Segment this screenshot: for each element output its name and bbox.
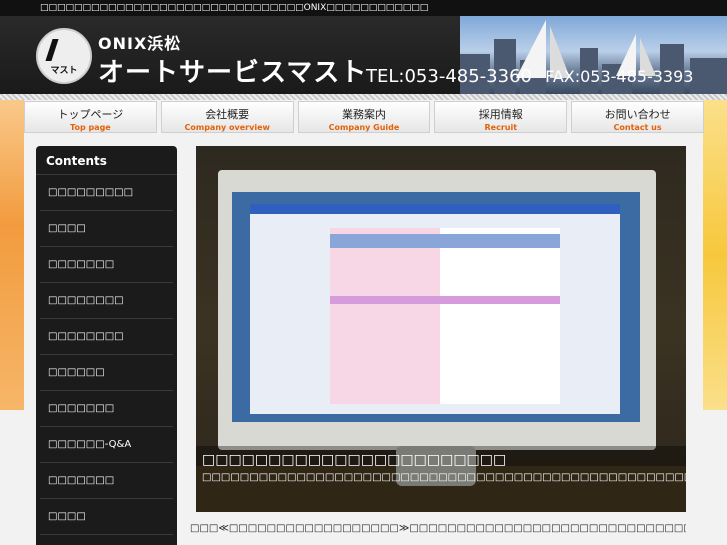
sidebar-item[interactable]: □□□□ — [40, 499, 173, 535]
top-strip-text: □□□□□□□□□□□□□□□□□□□□□□□□□□□□□□□ONIX□□□□□… — [40, 3, 429, 13]
nav-contact[interactable]: お問い合わせ Contact us — [571, 101, 704, 133]
nav-label-jp: 会社概要 — [205, 108, 250, 121]
brand-subtitle: ONIX浜松 — [98, 34, 182, 53]
nav-company-guide[interactable]: 業務案内 Company Guide — [297, 101, 431, 133]
company-logo[interactable]: マスト — [36, 28, 92, 84]
decorative-stripe — [0, 94, 727, 100]
sidebar-item[interactable]: □□□□ — [40, 211, 173, 247]
monitor-image — [218, 170, 656, 450]
nav-label-en: Contact us — [613, 123, 662, 132]
top-strip: □□□□□□□□□□□□□□□□□□□□□□□□□□□□□□□ONIX□□□□□… — [0, 0, 727, 16]
nav-label-en: Recruit — [484, 123, 518, 132]
main-photo: □□□□□□□□□□□□□□□□□□□□□□□ □□□□□□□□□□□□□□□□… — [196, 146, 686, 512]
fax-number: FAX:053-485-3393 — [545, 67, 694, 86]
sidebar: Contents □□□□□□□□□ □□□□ □□□□□□□ □□□□□□□□… — [36, 146, 177, 545]
sidebar-item[interactable]: □□□□□□ — [40, 355, 173, 391]
nav-company-overview[interactable]: 会社概要 Company overview — [160, 101, 294, 133]
right-decoration — [703, 100, 727, 410]
nav-label-en: Company overview — [184, 123, 270, 132]
nav-label-jp: 業務案内 — [341, 108, 386, 121]
nav-top-page[interactable]: トップページ Top page — [24, 101, 157, 133]
nav-label-jp: トップページ — [57, 108, 124, 121]
left-decoration — [0, 100, 24, 410]
sidebar-item[interactable]: □□□□□□□□ — [40, 283, 173, 319]
sidebar-item[interactable]: □□□□□□□□ — [40, 319, 173, 355]
sidebar-item[interactable]: □□□□□□□ — [40, 247, 173, 283]
site-header: マスト ONIX浜松 オートサービスマスト TEL:053-485-3360 F… — [0, 16, 727, 94]
article-line: □□□≪□□□□□□□□□□□□□□□□□□≫□□□□□□□□□□□□□□□□□… — [190, 523, 686, 534]
sidebar-item[interactable]: □□□□□□-Q&A — [40, 427, 173, 463]
sidebar-item[interactable]: □□□□□□□ — [40, 391, 173, 427]
nav-recruit[interactable]: 採用情報 Recruit — [434, 101, 568, 133]
contact-numbers: TEL:053-485-3360 FAX:053-485-3393 — [366, 66, 693, 87]
brand-title: オートサービスマスト — [98, 58, 368, 88]
sidebar-title: Contents — [36, 146, 177, 175]
photo-caption: □□□□□□□□□□□□□□□□□□□□□□□ □□□□□□□□□□□□□□□□… — [196, 446, 686, 512]
article-text: □□□≪□□□□□□□□□□□□□□□□□□≫□□□□□□□□□□□□□□□□□… — [190, 522, 686, 536]
sidebar-item[interactable]: □□□□□□□ — [40, 463, 173, 499]
nav-label-jp: お問い合わせ — [604, 108, 671, 121]
nav-label-jp: 採用情報 — [478, 108, 523, 121]
caption-title: □□□□□□□□□□□□□□□□□□□□□□□ — [202, 452, 507, 468]
caption-subtitle: □□□□□□□□□□□□□□□□□□□□□□□□□□□□□□□□□□□□□□□□… — [202, 472, 686, 483]
main-nav: トップページ Top page 会社概要 Company overview 業務… — [24, 101, 704, 135]
logo-text: マスト — [50, 66, 78, 76]
nav-label-en: Company Guide — [328, 123, 400, 132]
nav-label-en: Top page — [70, 123, 111, 132]
tel-number: TEL:053-485-3360 — [366, 66, 532, 87]
sidebar-item[interactable]: □□□□□□□□□ — [40, 175, 173, 211]
